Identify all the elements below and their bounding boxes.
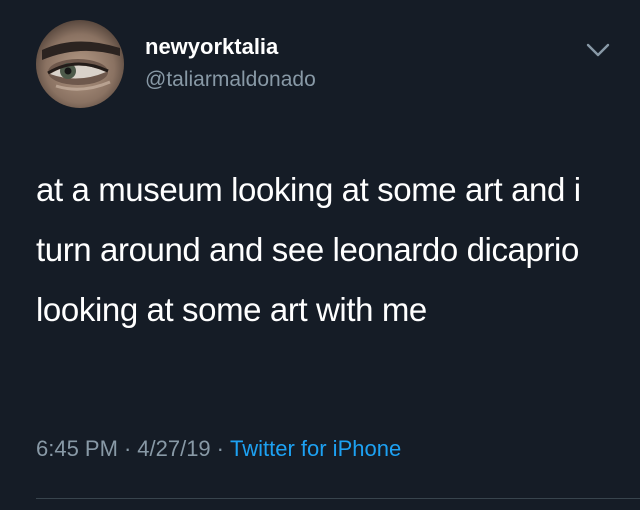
user-handle[interactable]: @taliarmaldonado [145, 68, 316, 92]
avatar-eye-icon [36, 20, 124, 108]
divider [36, 498, 640, 499]
chevron-down-icon[interactable] [584, 40, 612, 60]
tweet-time: 6:45 PM [36, 436, 118, 461]
display-name[interactable]: newyorktalia [145, 34, 278, 60]
tweet-card: newyorktalia @taliarmaldonado at a museu… [0, 0, 640, 510]
avatar[interactable] [36, 20, 124, 108]
tweet-date[interactable]: 4/27/19 [137, 436, 210, 461]
tweet-text: at a museum looking at some art and i tu… [36, 171, 581, 328]
separator-dot: · [123, 436, 132, 461]
tweet-metadata: 6:45 PM · 4/27/19 · Twitter for iPhone [36, 436, 401, 462]
tweet-source-link[interactable]: Twitter for iPhone [230, 436, 401, 461]
separator-dot: · [216, 436, 224, 461]
